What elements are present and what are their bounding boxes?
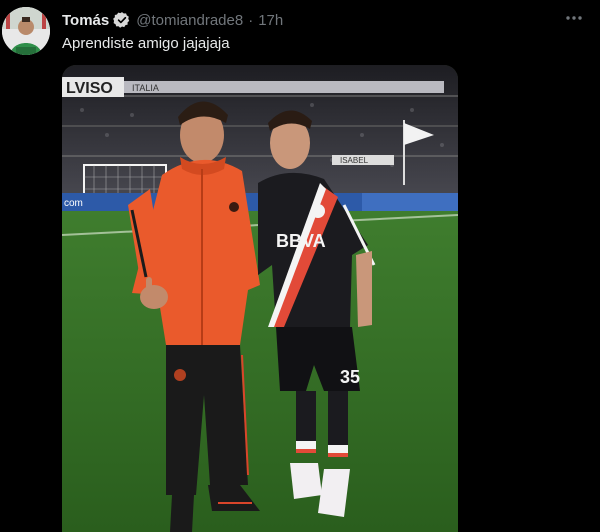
tweet-photo[interactable]: LVISO ITALIA ISABEL com BBVA 35 xyxy=(62,65,458,532)
display-name[interactable]: Tomás xyxy=(62,12,109,29)
avatar-image xyxy=(2,7,50,55)
banner-text: LVISO xyxy=(66,80,113,97)
more-horizontal-icon[interactable] xyxy=(562,6,586,30)
timestamp[interactable]: 17h xyxy=(258,12,283,29)
jersey-number: 35 xyxy=(340,367,360,387)
tweet[interactable]: Tomás @tomiandrade8 · 17h Aprendiste ami… xyxy=(0,0,600,532)
user-handle[interactable]: @tomiandrade8 xyxy=(136,12,243,29)
tweet-text: Aprendiste amigo jajajaja xyxy=(62,35,230,52)
avatar[interactable] xyxy=(2,7,50,55)
banner-text: com xyxy=(64,198,83,209)
separator-dot: · xyxy=(248,11,254,29)
verified-badge-icon xyxy=(113,12,130,28)
tweet-header: Tomás @tomiandrade8 · 17h xyxy=(62,10,283,30)
banner-text: ISABEL xyxy=(340,156,369,165)
banner-text: ITALIA xyxy=(132,83,159,93)
stadium-photo: LVISO ITALIA ISABEL com BBVA 35 xyxy=(62,65,458,532)
jersey-sponsor-text: BBVA xyxy=(276,231,326,251)
